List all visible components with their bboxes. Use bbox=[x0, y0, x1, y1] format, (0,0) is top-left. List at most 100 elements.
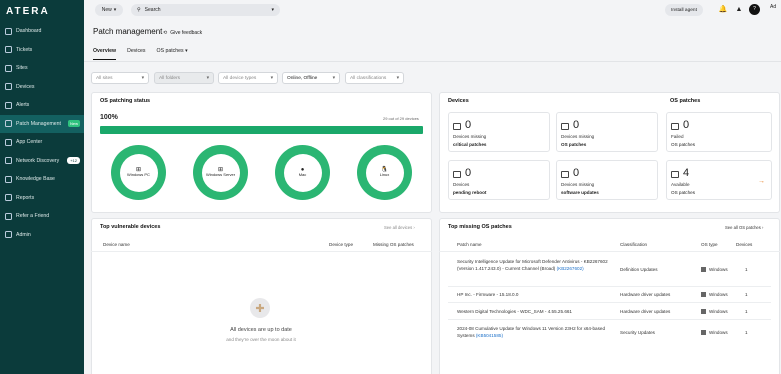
donut-linux[interactable]: 🐧 Linux bbox=[357, 145, 412, 200]
donut-label: Linux bbox=[379, 172, 390, 177]
bandage-icon: ✚ bbox=[250, 298, 270, 318]
filter-sites[interactable]: All sites ▾ bbox=[91, 72, 149, 84]
sidebar-item-patch-management[interactable]: Patch Management New bbox=[0, 114, 84, 133]
os-type-cell: Windows bbox=[701, 266, 728, 273]
monitor-icon bbox=[561, 123, 569, 130]
patch-icon bbox=[671, 123, 679, 130]
sidebar-item-network-discovery[interactable]: Network Discovery +12 bbox=[0, 152, 84, 171]
sidebar-item-dashboard[interactable]: Dashboard bbox=[0, 22, 84, 41]
install-agent-button[interactable]: Install agent bbox=[665, 4, 703, 16]
devices-count-cell[interactable]: 1 bbox=[745, 308, 748, 315]
windows-icon bbox=[701, 308, 706, 314]
dashboard-icon bbox=[5, 27, 12, 35]
tile-label-strong: pending reboot bbox=[453, 190, 487, 195]
sidebar-item-label: App Center bbox=[16, 139, 43, 146]
tile-number: 0 bbox=[683, 119, 690, 131]
empty-subtitle: and they're over the moon about it bbox=[226, 337, 296, 342]
help-button[interactable]: ? bbox=[749, 4, 760, 15]
new-button[interactable]: New ▾ bbox=[95, 4, 123, 16]
donut-windows-server[interactable]: ⊞ Windows Server bbox=[193, 145, 248, 200]
filter-folders-label: All folders bbox=[159, 75, 181, 81]
give-feedback-link[interactable]: ⟲ Give feedback bbox=[163, 30, 202, 36]
filter-status-label: Online, Offline bbox=[287, 75, 318, 81]
sidebar-item-label: Reports bbox=[16, 194, 35, 201]
arrow-right-icon[interactable]: → bbox=[758, 178, 765, 185]
sidebar-item-app-center[interactable]: App Center bbox=[0, 133, 84, 152]
devices-count-cell[interactable]: 1 bbox=[745, 329, 748, 336]
sidebar-item-reports[interactable]: Reports bbox=[0, 189, 84, 208]
sidebar-item-label: Tickets bbox=[16, 46, 33, 53]
col-classification[interactable]: Classification bbox=[620, 242, 647, 247]
filter-folders[interactable]: All folders ▾ bbox=[154, 72, 214, 84]
sidebar-item-label: Devices bbox=[16, 83, 35, 90]
classification-cell: Security Updates bbox=[620, 330, 655, 335]
sidebar-item-admin[interactable]: Admin bbox=[0, 226, 84, 245]
tab-devices[interactable]: Devices bbox=[127, 48, 145, 60]
col-patch-name[interactable]: Patch name bbox=[457, 242, 482, 247]
chevron-down-icon: ▾ bbox=[206, 75, 209, 81]
patch-icon bbox=[5, 120, 12, 128]
tile-available-patches[interactable]: 4 Available OS patches bbox=[666, 160, 772, 200]
patch-name-cell[interactable]: 2024-08 Cumulative Update for Windows 11… bbox=[457, 325, 612, 339]
sidebar-item-refer-a-friend[interactable]: Refer a Friend bbox=[0, 207, 84, 226]
patch-name-cell[interactable]: Security Intelligence Update for Microso… bbox=[457, 258, 612, 272]
tile-missing-critical[interactable]: 0 Devices missing critical patches bbox=[448, 112, 550, 152]
tile-missing-software[interactable]: 0 Devices missing software updates bbox=[556, 160, 658, 200]
donut-windows-pc[interactable]: ⊞ Windows PC bbox=[111, 145, 166, 200]
warning-icon[interactable]: ▲ bbox=[734, 5, 744, 15]
sidebar-item-label: Alerts bbox=[16, 102, 30, 109]
sidebar: ATERA Dashboard Tickets Sites Devices Alerts… bbox=[0, 0, 84, 374]
kb-link[interactable]: (KB2267602) bbox=[557, 266, 584, 271]
sidebar-item-knowledge-base[interactable]: Knowledge Base bbox=[0, 170, 84, 189]
tile-number: 0 bbox=[465, 119, 472, 131]
donut-label: Windows Server bbox=[205, 172, 236, 177]
filter-classifications[interactable]: All classifications ▾ bbox=[345, 72, 404, 84]
sidebar-item-alerts[interactable]: Alerts bbox=[0, 96, 84, 115]
tile-pending-reboot[interactable]: 0 Devices pending reboot bbox=[448, 160, 550, 200]
see-all-devices-link[interactable]: See all devices › bbox=[384, 225, 415, 230]
avatar[interactable]: Ad bbox=[770, 4, 776, 10]
tile-label-strong: OS patches bbox=[561, 142, 587, 147]
classification-cell: Hardware driver updates bbox=[620, 292, 671, 297]
kb-link[interactable]: (KB5041585) bbox=[476, 333, 503, 338]
sidebar-item-sites[interactable]: Sites bbox=[0, 59, 84, 78]
sidebar-item-devices[interactable]: Devices bbox=[0, 78, 84, 97]
tab-divider bbox=[84, 61, 781, 62]
header-divider bbox=[91, 251, 432, 252]
monitor-icon bbox=[453, 171, 461, 178]
col-device-name[interactable]: Device name bbox=[103, 242, 130, 247]
patching-count: 29 out of 29 devices bbox=[383, 116, 419, 121]
windows-icon bbox=[701, 291, 706, 297]
tile-label: Devices missing bbox=[453, 134, 487, 139]
tile-label: OS patches bbox=[671, 190, 696, 195]
tile-label: OS patches bbox=[671, 142, 696, 147]
tab-overview[interactable]: Overview bbox=[93, 48, 117, 60]
see-all-patches-link[interactable]: See all OS patches › bbox=[725, 225, 763, 230]
search-input[interactable]: ⚲ Search ▾ bbox=[131, 4, 280, 16]
filter-device-types[interactable]: All device types ▾ bbox=[218, 72, 278, 84]
sidebar-item-tickets[interactable]: Tickets bbox=[0, 41, 84, 60]
tile-missing-os[interactable]: 0 Devices missing OS patches bbox=[556, 112, 658, 152]
sidebar-item-label: Admin bbox=[16, 231, 31, 238]
tile-label: Devices missing bbox=[561, 182, 595, 187]
patch-name-cell[interactable]: Western Digital Technologies - WDC_SAM -… bbox=[457, 308, 612, 315]
row-divider bbox=[448, 319, 771, 320]
devices-count-cell[interactable]: 1 bbox=[745, 291, 748, 298]
tile-number: 0 bbox=[573, 167, 580, 179]
tab-os-patches[interactable]: OS patches ▾ bbox=[157, 48, 188, 60]
chevron-right-icon: › bbox=[413, 225, 415, 230]
col-device-type[interactable]: Device type bbox=[329, 242, 353, 247]
admin-icon bbox=[5, 231, 12, 239]
windows-icon bbox=[701, 329, 706, 335]
devices-count-cell[interactable]: 1 bbox=[745, 266, 748, 273]
bell-icon[interactable]: 🔔 bbox=[718, 5, 728, 15]
classification-cell: Definition Updates bbox=[620, 267, 658, 272]
col-devices[interactable]: Devices bbox=[736, 242, 752, 247]
tile-failed-patches[interactable]: 0 Failed OS patches bbox=[666, 112, 772, 152]
patch-name-cell[interactable]: HP Inc. - Firmware - 15.18.0.0 bbox=[457, 291, 612, 298]
col-os-type[interactable]: OS type bbox=[701, 242, 718, 247]
tab-os-patches-label: OS patches bbox=[156, 48, 184, 54]
col-missing-patches[interactable]: Missing OS patches bbox=[373, 242, 414, 247]
donut-mac[interactable]: ● Mac bbox=[275, 145, 330, 200]
filter-status[interactable]: Online, Offline ▾ bbox=[282, 72, 340, 84]
